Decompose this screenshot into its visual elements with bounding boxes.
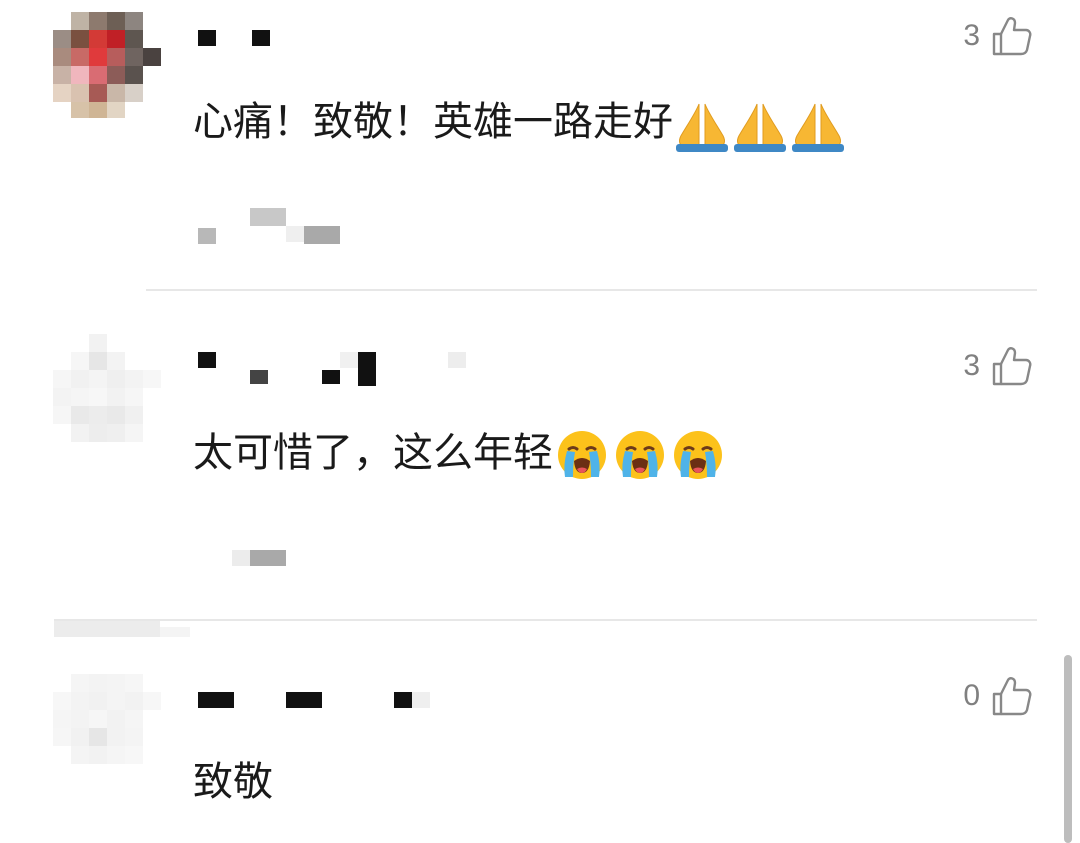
comment-divider	[54, 619, 1037, 621]
pray-emoji	[789, 96, 847, 152]
loudly-crying-face-emoji	[553, 427, 611, 483]
like-count: 0	[963, 679, 980, 712]
loudly-crying-face-emoji	[611, 427, 669, 483]
like-button[interactable]: 3	[963, 14, 1034, 58]
like-count: 3	[963, 19, 980, 52]
pray-emoji	[673, 96, 731, 152]
thumbs-up-icon	[992, 677, 1032, 716]
comment-feed: 心痛！致敬！英雄一路走好 3 太可惜了，这么年轻 3 致敬 0	[0, 0, 1080, 843]
avatar[interactable]	[53, 674, 163, 784]
avatar[interactable]	[53, 12, 163, 122]
scrollbar[interactable]	[1064, 655, 1072, 843]
comment-text: 心痛！致敬！英雄一路走好	[193, 94, 847, 152]
like-button[interactable]: 0	[963, 674, 1034, 718]
comment-divider	[146, 289, 1037, 291]
like-count: 3	[963, 349, 980, 382]
comment-text: 太可惜了，这么年轻	[193, 425, 727, 483]
like-button[interactable]: 3	[963, 344, 1034, 388]
avatar[interactable]	[53, 334, 163, 444]
comment-body: 致敬	[193, 759, 273, 805]
comment-body: 心痛！致敬！英雄一路走好	[193, 99, 673, 145]
comment-text: 致敬	[193, 754, 273, 810]
thumbs-up-icon	[992, 347, 1032, 386]
thumbs-up-icon	[992, 17, 1032, 56]
comment-body: 太可惜了，这么年轻	[193, 430, 553, 476]
loudly-crying-face-emoji	[669, 427, 727, 483]
pray-emoji	[731, 96, 789, 152]
